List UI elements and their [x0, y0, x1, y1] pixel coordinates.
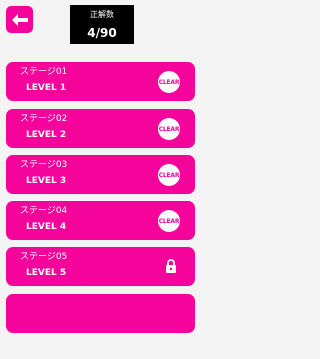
stage-item-04[interactable]: ステージ04 LEVEL 4 CLEAR: [6, 201, 195, 240]
stage-item-03[interactable]: ステージ03 LEVEL 3 CLEAR: [6, 155, 195, 194]
stage-level: LEVEL 3: [26, 176, 67, 186]
stage-level: LEVEL 2: [26, 130, 67, 140]
stage-item-01[interactable]: ステージ01 LEVEL 1 CLEAR: [6, 62, 195, 101]
stage-name: ステージ01: [20, 67, 68, 77]
score-label: 正解数: [90, 10, 114, 19]
bottom-bar: [0, 340, 202, 359]
clear-badge: CLEAR: [158, 210, 180, 232]
stage-name: ステージ03: [20, 160, 68, 170]
stage-item-02[interactable]: ステージ02 LEVEL 2 CLEAR: [6, 109, 195, 148]
stage-name: ステージ05: [20, 252, 68, 262]
back-button[interactable]: [6, 6, 33, 33]
stage-item-06[interactable]: [6, 294, 195, 333]
stage-level: LEVEL 5: [26, 268, 67, 278]
stage-name: ステージ04: [20, 206, 68, 216]
clear-badge: CLEAR: [158, 164, 180, 186]
clear-badge: CLEAR: [158, 118, 180, 140]
stage-name: ステージ02: [20, 114, 68, 124]
stage-item-05[interactable]: ステージ05 LEVEL 5: [6, 247, 195, 286]
lock-icon: [166, 259, 176, 273]
clear-badge: CLEAR: [158, 71, 180, 93]
score-value: 4/90: [87, 26, 117, 40]
stage-level: LEVEL 1: [26, 83, 67, 93]
score-panel: 正解数 4/90: [70, 5, 134, 44]
stage-level: LEVEL 4: [26, 222, 67, 232]
arrow-left-icon: [11, 13, 28, 26]
